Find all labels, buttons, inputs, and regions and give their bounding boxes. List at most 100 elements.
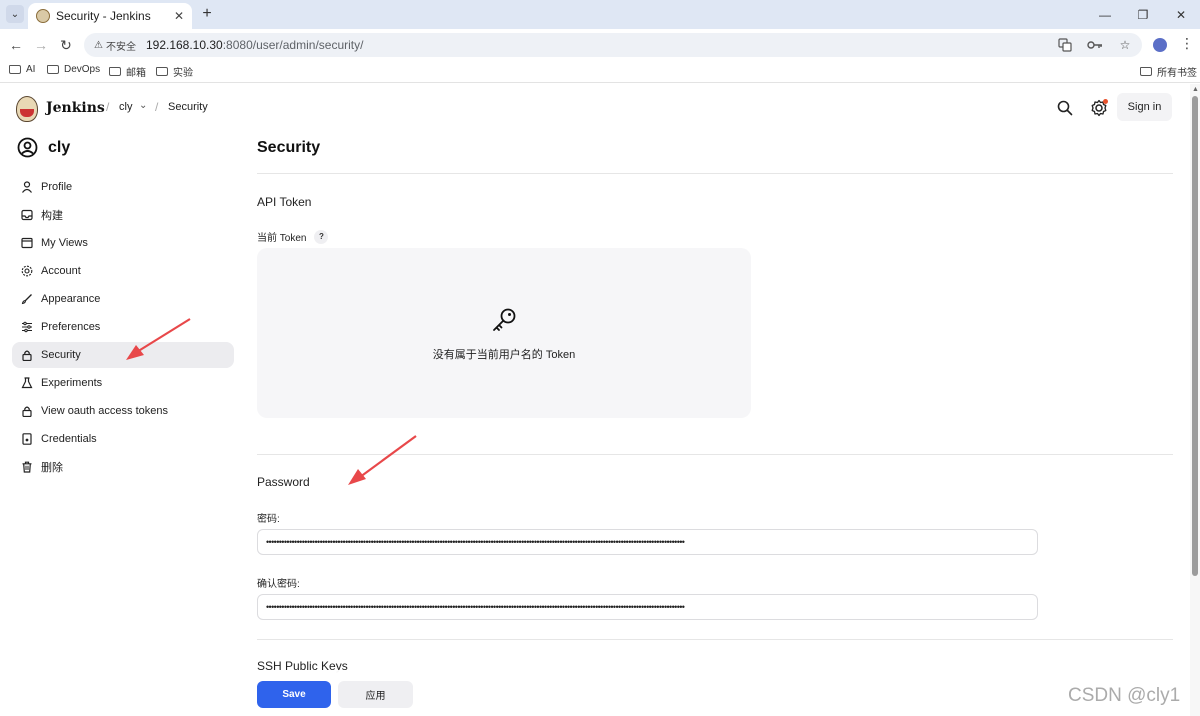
page-scrollbar[interactable]: ▲: [1190, 84, 1200, 716]
bookmark-star-icon[interactable]: ☆: [1116, 36, 1134, 54]
sign-in-button[interactable]: Sign in: [1117, 93, 1172, 121]
breadcrumb-page[interactable]: Security: [168, 101, 208, 113]
url-text: 192.168.10.30:8080/user/admin/security/: [146, 38, 364, 52]
bookmark-folder[interactable]: DevOps: [47, 64, 100, 75]
brand-title[interactable]: Jenkins: [46, 100, 105, 116]
folder-icon: [47, 65, 59, 74]
breadcrumb-separator: /: [155, 100, 159, 114]
tab-title: Security - Jenkins: [56, 9, 151, 23]
sidebar-user-header[interactable]: cly: [17, 137, 70, 158]
close-window-icon[interactable]: ✕: [1162, 0, 1200, 29]
sidebar-item-my-views[interactable]: My Views: [12, 230, 234, 256]
search-icon[interactable]: [1056, 99, 1074, 117]
apply-button[interactable]: 应用: [338, 681, 413, 708]
url-host: 192.168.10.30: [145, 38, 223, 52]
breadcrumb-user[interactable]: cly: [119, 101, 132, 113]
sidebar-item-appearance[interactable]: Appearance: [12, 286, 234, 312]
help-icon[interactable]: ?: [314, 229, 329, 244]
bookmark-label: 邮箱: [126, 68, 146, 79]
confirm-password-input[interactable]: ••••••••••••••••••••••••••••••••••••••••…: [257, 594, 1038, 620]
current-token-label-text: 当前 Token: [257, 233, 307, 244]
form-action-bar: Save 应用: [0, 670, 1190, 716]
notification-dot: [1103, 99, 1108, 104]
scroll-up-arrow-icon[interactable]: ▲: [1192, 86, 1199, 93]
sidebar-item-label: 构建: [41, 210, 63, 222]
api-token-section-title: API Token: [257, 195, 312, 209]
tab-list-chevron-icon[interactable]: ⌄: [6, 5, 24, 23]
sliders-icon: [21, 321, 33, 333]
bookmark-folder[interactable]: AI: [9, 64, 35, 75]
gear-icon: [21, 265, 33, 277]
sidebar-item-security[interactable]: Security: [12, 342, 234, 368]
bookmark-folder[interactable]: 邮箱: [109, 64, 146, 79]
inbox-icon: [21, 209, 33, 221]
warning-triangle-icon: ⚠: [94, 39, 103, 51]
sidebar-item-experiments[interactable]: Experiments: [12, 370, 234, 396]
breadcrumb-separator: /: [106, 100, 110, 114]
browser-tab-bar: ⌄ Security - Jenkins ✕ + — ❐ ✕: [0, 0, 1200, 29]
sidebar-item-label: 删除: [41, 462, 63, 474]
sidebar-item-label: Security: [41, 349, 81, 361]
bookmarks-bar: AI DevOps 邮箱 实验 所有书签: [0, 61, 1200, 83]
address-bar-row: ← → ↻ ⚠ 不安全 192.168.10.30:8080/user/admi…: [0, 29, 1200, 61]
save-button[interactable]: Save: [257, 681, 331, 708]
person-icon: [21, 181, 33, 193]
sidebar-item-builds[interactable]: 构建: [12, 202, 234, 228]
token-empty-message: 没有属于当前用户名的 Token: [432, 349, 576, 361]
browser-tab-active[interactable]: Security - Jenkins ✕: [28, 3, 192, 29]
flask-icon: [21, 377, 33, 389]
new-tab-plus-icon[interactable]: +: [198, 5, 216, 23]
sidebar-item-label: View oauth access tokens: [41, 405, 168, 417]
sidebar-item-credentials[interactable]: Credentials: [12, 426, 234, 452]
trash-icon: [21, 461, 33, 473]
token-empty-state: 没有属于当前用户名的 Token: [257, 248, 751, 418]
scrollbar-thumb[interactable]: [1192, 96, 1198, 576]
password-input[interactable]: ••••••••••••••••••••••••••••••••••••••••…: [257, 529, 1038, 555]
tab-close-icon[interactable]: ✕: [174, 9, 184, 23]
jenkins-page: Jenkins / cly ⌄ / Security Sign in cly P…: [0, 84, 1190, 716]
url-path: :8080/user/admin/security/: [222, 38, 364, 52]
sidebar-item-delete[interactable]: 删除: [12, 454, 234, 480]
divider: [257, 173, 1173, 174]
restore-icon[interactable]: ❐: [1124, 0, 1162, 29]
divider: [257, 639, 1173, 640]
confirm-password-label: 确认密码:: [257, 579, 300, 590]
insecure-indicator[interactable]: ⚠ 不安全: [94, 38, 136, 53]
password-key-icon[interactable]: [1086, 36, 1104, 54]
sidebar-item-profile[interactable]: Profile: [12, 174, 234, 200]
bookmark-label: DevOps: [64, 64, 101, 75]
forward-arrow-icon[interactable]: →: [31, 35, 51, 55]
bookmark-label: AI: [26, 64, 36, 75]
sidebar-item-label: Experiments: [41, 377, 103, 389]
sidebar-item-account[interactable]: Account: [12, 258, 234, 284]
lock-icon: [21, 349, 33, 361]
bookmark-folder[interactable]: 实验: [156, 64, 193, 79]
jenkins-logo-icon[interactable]: [16, 96, 38, 122]
profile-avatar-icon[interactable]: [1153, 38, 1167, 52]
sidebar-item-label: Profile: [41, 181, 73, 193]
id-card-icon: [21, 433, 33, 445]
browser-menu-icon[interactable]: ⋮: [1180, 35, 1194, 52]
folder-icon: [109, 67, 121, 76]
chevron-down-icon[interactable]: ⌄: [139, 100, 147, 111]
lock-icon: [21, 405, 33, 417]
csdn-watermark: CSDN @cly1: [1068, 685, 1181, 706]
sidebar-item-preferences[interactable]: Preferences: [12, 314, 234, 340]
reload-icon[interactable]: ↻: [56, 35, 76, 55]
sidebar-item-label: Preferences: [41, 321, 101, 333]
folder-icon: [1140, 67, 1152, 76]
page-title: Security: [257, 139, 321, 156]
folder-icon: [9, 65, 21, 74]
window-controls: — ❐ ✕: [1086, 0, 1200, 29]
divider: [257, 454, 1173, 455]
sidebar-item-oauth-tokens[interactable]: View oauth access tokens: [12, 398, 234, 424]
back-arrow-icon[interactable]: ←: [6, 35, 26, 55]
bookmark-label: 所有书签: [1157, 68, 1197, 79]
all-bookmarks-folder[interactable]: 所有书签: [1140, 64, 1197, 79]
url-omnibox[interactable]: ⚠ 不安全 192.168.10.30:8080/user/admin/secu…: [84, 33, 1142, 57]
key-icon: [493, 308, 516, 331]
translate-icon[interactable]: [1056, 36, 1074, 54]
minimize-icon[interactable]: —: [1086, 0, 1124, 29]
window-icon: [21, 237, 33, 249]
sidebar-item-label: My Views: [41, 237, 88, 249]
